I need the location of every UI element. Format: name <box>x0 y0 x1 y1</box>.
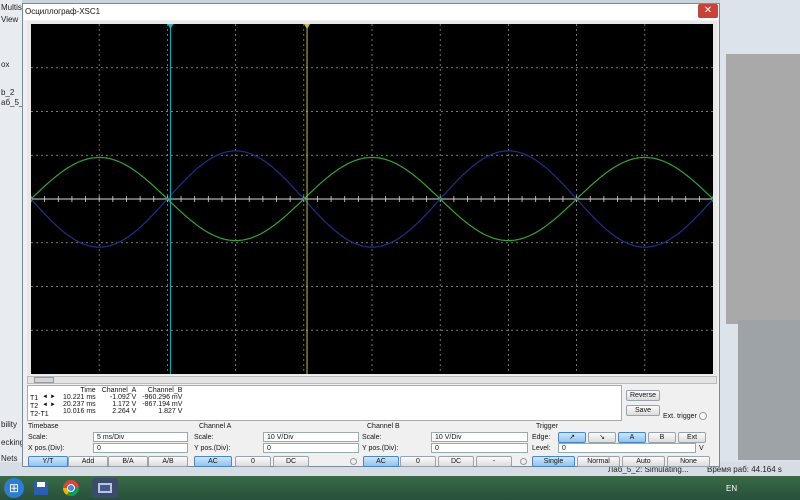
t2-channel-a: 1.172 V <box>112 401 137 408</box>
header-time: Time <box>80 387 96 394</box>
oscilloscope-window: Осциллограф-XSC1 ✕ T1 T2 T2-T1 ◄ ► ◄ ► T… <box>22 3 720 467</box>
window-titlebar[interactable]: Осциллограф-XSC1 ✕ <box>23 4 719 20</box>
channel-b-ac-button[interactable]: AC <box>363 456 399 467</box>
bg-panel <box>738 320 800 460</box>
add-mode-button[interactable]: Add <box>68 456 108 467</box>
window-title: Осциллограф-XSC1 <box>25 7 101 16</box>
app-icon-glyph <box>98 483 112 493</box>
channel-b-zero-button[interactable]: 0 <box>400 456 436 467</box>
save-icon[interactable] <box>28 478 54 498</box>
chrome-icon-glyph <box>62 480 80 497</box>
ab-mode-button[interactable]: A/B <box>148 456 188 467</box>
chrome-icon[interactable] <box>58 478 84 498</box>
t1-right-arrow-icon[interactable]: ► <box>50 394 56 400</box>
channel-a-scale-label: Scale: <box>194 434 214 441</box>
channel-b-ypos-field[interactable]: 0 <box>431 443 528 453</box>
channel-a-terminal[interactable] <box>350 458 357 465</box>
trigger-falling-edge-button[interactable]: ↘ <box>588 432 616 443</box>
ext-trigger-terminal[interactable] <box>699 412 707 420</box>
row-label-t2-t1: T2-T1 <box>30 411 49 418</box>
trigger-source-a-button[interactable]: A <box>618 432 646 443</box>
background-left-panel: Multis View ox b_2 аб_5_2 bility ecking … <box>0 0 28 475</box>
row-label-t1: T1 <box>30 395 39 402</box>
bg-label: Multis <box>1 3 22 12</box>
t1-time: 10.221 ms <box>63 394 96 401</box>
bg-label: View <box>1 15 19 24</box>
trigger-level-unit: V <box>699 445 704 452</box>
horizontal-scrollbar[interactable] <box>27 376 717 384</box>
channel-a-zero-button[interactable]: 0 <box>235 456 271 467</box>
trigger-source-b-button[interactable]: B <box>648 432 676 443</box>
trigger-level-label: Level: <box>532 445 551 452</box>
trigger-source-ext-button[interactable]: Ext <box>678 432 706 443</box>
bg-panel <box>726 54 800 324</box>
timebase-scale-label: Scale: <box>28 434 48 441</box>
channel-a-ypos-label: Y pos.(Div): <box>194 445 231 452</box>
t2-right-arrow-icon[interactable]: ► <box>50 402 56 408</box>
channel-b-title: Channel B <box>367 423 400 430</box>
t2-channel-b: -867.194 mV <box>142 401 183 408</box>
t2-time: 20.237 ms <box>63 401 96 408</box>
oscilloscope-screen[interactable] <box>31 24 713 374</box>
dt-time: 10.016 ms <box>63 408 96 415</box>
bg-label: ox <box>1 60 10 69</box>
dt-channel-a: 2.264 V <box>112 408 137 415</box>
bg-label: bility <box>1 420 18 429</box>
row-label-t2: T2 <box>30 403 39 410</box>
bg-label: b_2 <box>1 88 15 97</box>
header-channel-a: Channel_A <box>101 387 137 394</box>
measurement-table: Time Channel_A Channel_B 10.221 ms -1.092 V… <box>60 387 185 415</box>
t1-channel-b: -960.296 mV <box>142 394 183 401</box>
timebase-scale-field[interactable]: 5 ms/Div <box>93 432 188 442</box>
header-channel-b: Channel_B <box>147 387 183 394</box>
t1-channel-a: -1.092 V <box>109 394 137 401</box>
bg-label: ecking <box>1 438 25 447</box>
trigger-auto-button[interactable]: Auto <box>622 456 665 467</box>
trigger-edge-label: Edge: <box>532 434 551 441</box>
timebase-xpos-field[interactable]: 0 <box>93 443 188 453</box>
taskbar: ⊞ EN <box>0 476 800 500</box>
channel-a-ac-button[interactable]: AC <box>194 456 232 467</box>
save-button[interactable]: Save <box>626 405 660 416</box>
channel-b-scale-label: Scale: <box>362 434 382 441</box>
channel-b-dc-button[interactable]: DC <box>438 456 474 467</box>
t2-left-arrow-icon[interactable]: ◄ <box>42 402 48 408</box>
trigger-title: Trigger <box>536 423 558 430</box>
trigger-single-button[interactable]: Single <box>532 456 575 467</box>
t1-left-arrow-icon[interactable]: ◄ <box>42 394 48 400</box>
channel-a-title: Channel A <box>199 423 232 430</box>
channel-a-ypos-field[interactable]: 0 <box>263 443 359 453</box>
start-icon[interactable]: ⊞ <box>4 478 24 498</box>
reverse-button[interactable]: Reverse <box>626 390 660 401</box>
scrollbar-thumb[interactable] <box>34 377 54 383</box>
yt-mode-button[interactable]: Y/T <box>28 456 68 467</box>
channel-b-invert-button[interactable]: - <box>476 456 512 467</box>
close-button[interactable]: ✕ <box>698 4 718 18</box>
dt-channel-b: 1.827 V <box>158 408 183 415</box>
trigger-rising-edge-button[interactable]: ↗ <box>558 432 586 443</box>
trigger-level-field[interactable]: 0 <box>558 443 696 453</box>
save-icon-glyph <box>34 481 48 495</box>
timebase-title: Timebase <box>28 423 59 430</box>
ext-trigger-label: Ext. trigger <box>663 413 697 420</box>
trigger-none-button[interactable]: None <box>667 456 710 467</box>
language-indicator[interactable]: EN <box>726 484 737 493</box>
channel-b-terminal[interactable] <box>520 458 527 465</box>
channel-a-scale-field[interactable]: 10 V/Div <box>263 432 359 442</box>
app-icon[interactable] <box>92 478 118 498</box>
scope-display-frame <box>27 21 717 375</box>
timebase-xpos-label: X pos.(Div): <box>28 445 65 452</box>
channel-b-scale-field[interactable]: 10 V/Div <box>431 432 528 442</box>
trigger-normal-button[interactable]: Normal <box>577 456 620 467</box>
channel-a-dc-button[interactable]: DC <box>273 456 309 467</box>
measurement-panel: T1 T2 T2-T1 ◄ ► ◄ ► Time Channel_A Channel… <box>27 385 622 421</box>
background-right-panel <box>720 0 800 475</box>
ba-mode-button[interactable]: B/A <box>108 456 148 467</box>
channel-b-ypos-label: Y pos.(Div): <box>362 445 399 452</box>
